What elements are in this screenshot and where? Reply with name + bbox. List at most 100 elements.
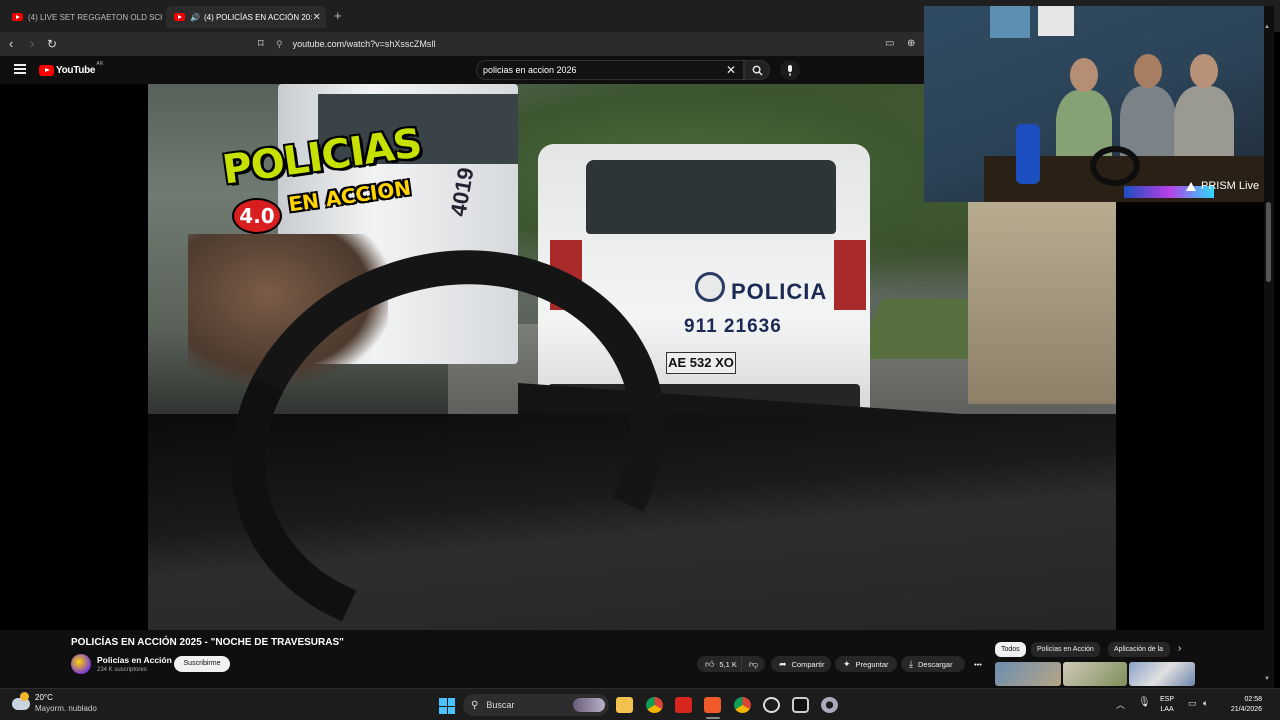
search-icon [752, 65, 763, 76]
truck-window [586, 160, 836, 234]
search-button[interactable] [744, 60, 770, 80]
subscribe-button[interactable]: Suscribirme [174, 656, 230, 672]
channel-logo-overlay: POLICIAS EN ACCION 4.0 [220, 120, 424, 240]
channel-avatar[interactable] [71, 654, 91, 674]
hamburger-menu-icon[interactable] [14, 64, 26, 74]
person-head [1070, 58, 1098, 92]
brave-browser-icon[interactable] [704, 697, 721, 713]
site-info-icon[interactable]: ⚲ [276, 39, 283, 50]
clock-date: 21/4/2026 [1230, 706, 1262, 713]
obs-icon[interactable] [763, 697, 780, 713]
windows-start-icon[interactable] [439, 698, 455, 714]
recommended-thumbnail[interactable] [1129, 662, 1195, 686]
file-explorer-icon[interactable] [616, 697, 633, 713]
tab-label: (4) POLICÍAS EN ACCIÓN 20: [203, 12, 313, 22]
zoom-icon[interactable]: ⊕ [907, 36, 915, 52]
water-bottle [1016, 124, 1040, 184]
network-icon[interactable]: ▭ [1188, 698, 1197, 709]
browser-tab-reggaeton[interactable]: (4) LIVE SET REGGAETON OLD SCHO [4, 6, 162, 28]
chrome-profile-icon[interactable] [734, 697, 751, 713]
chip-channel[interactable]: Policías en Acción [1031, 642, 1100, 657]
vehicle-label: POLICIA [731, 279, 828, 304]
dislike-button[interactable]: 👎︎ [741, 656, 765, 672]
overlay-badge: 4.0 [232, 198, 282, 234]
weather-widget[interactable]: 20°C Mayorm. nublado [12, 692, 97, 715]
acrobat-icon[interactable] [675, 697, 692, 713]
reload-icon[interactable]: ↻ [47, 36, 57, 52]
headset [1090, 146, 1140, 186]
forward-icon[interactable]: › [30, 36, 34, 52]
voice-search-button[interactable] [780, 60, 800, 80]
settings-gear-icon[interactable] [821, 697, 838, 713]
scroll-up-icon[interactable]: ▲ [1264, 24, 1270, 30]
download-label: Descargar [917, 659, 953, 669]
share-label: Compartir [791, 659, 825, 669]
share-button[interactable]: ➦ Compartir [771, 656, 831, 672]
show-hidden-icons-chevron-up-icon[interactable]: ︿ [1116, 698, 1125, 711]
recommended-thumbnail[interactable] [995, 662, 1061, 686]
windows-taskbar: 20°C Mayorm. nublado ⚲ Buscar ︿ 🎙︎ ESP L… [0, 688, 1280, 720]
chip-all[interactable]: Todos [995, 642, 1026, 657]
youtube-favicon-icon [12, 13, 23, 21]
video-info-bar: POLICÍAS EN ACCIÓN 2025 - "NOCHE DE TRAV… [0, 630, 1264, 688]
like-button[interactable]: 👍︎ 5,1 K [697, 656, 741, 672]
new-tab-button[interactable]: + [334, 8, 342, 23]
prism-brand: PRISM Live [1201, 180, 1260, 192]
youtube-wordmark: YouTube [56, 65, 96, 76]
chip-related[interactable]: Aplicación de la [1108, 642, 1170, 657]
download-button[interactable]: ⤓ Descargar [901, 656, 965, 672]
search-query: policias en accion 2026 [483, 65, 577, 75]
more-actions-button[interactable]: ••• [969, 656, 987, 672]
browser-tab-policias[interactable]: 🔊 (4) POLICÍAS EN ACCIÓN 20: ✕ [166, 6, 326, 28]
channel-name[interactable]: Policías en Acción [97, 655, 172, 665]
ask-button[interactable]: ✦ Preguntar [835, 656, 897, 672]
active-app-indicator [706, 717, 720, 719]
microphone-icon [788, 64, 792, 76]
chrome-icon[interactable] [646, 697, 663, 713]
speaker-icon[interactable]: 🔊 [190, 13, 200, 22]
input-language[interactable]: ESP LAA [1160, 695, 1174, 715]
cast-icon[interactable]: ▭ [885, 36, 894, 52]
truck-taillight [834, 240, 866, 310]
streaming-app-icon[interactable] [792, 697, 809, 713]
country-code: AR [96, 61, 104, 67]
license-plate: AE 532 XO [666, 352, 736, 374]
clock-time: 02:58 [1244, 696, 1262, 703]
share-icon: ➦ [779, 658, 787, 669]
youtube-logo[interactable]: YouTube AR [39, 61, 103, 76]
thumbs-down-icon: 👎︎ [748, 658, 759, 669]
sparkle-icon: ✦ [843, 658, 851, 669]
like-count: 5,1 K [719, 659, 737, 669]
recommended-thumbnail[interactable] [1063, 662, 1127, 686]
taskbar-search[interactable]: ⚲ Buscar [463, 694, 609, 716]
vehicle-number: 911 21636 [684, 316, 782, 337]
wall-poster [990, 6, 1030, 38]
bookmark-icon[interactable]: ⌑ [258, 36, 264, 52]
prism-live-watermark: PRISM Live [1186, 180, 1259, 192]
search-highlight-image [573, 698, 605, 712]
youtube-favicon-icon [174, 13, 185, 21]
wall-paper [1038, 6, 1074, 36]
vw-logo-icon [695, 272, 725, 302]
close-tab-icon[interactable]: ✕ [312, 12, 320, 23]
person-right [1174, 86, 1234, 166]
thumbs-up-icon: 👍︎ [705, 658, 715, 669]
system-clock[interactable]: 02:58 21/4/2026 [1226, 695, 1262, 715]
person-head [1190, 54, 1218, 88]
search-input[interactable]: policias en accion 2026 ✕ [476, 60, 744, 80]
partly-cloudy-icon [12, 692, 30, 710]
scroll-down-icon[interactable]: ▼ [1264, 676, 1270, 682]
scrollbar-thumb[interactable] [1266, 202, 1271, 282]
weather-condition: Mayorm. nublado [35, 704, 97, 713]
clear-search-icon[interactable]: ✕ [726, 63, 736, 77]
microphone-tray-icon[interactable]: 🎙︎ [1138, 697, 1151, 708]
volume-icon[interactable]: 🔈︎ [1203, 698, 1208, 709]
video-letterbox-left [0, 84, 148, 630]
tab-label: (4) LIVE SET REGGAETON OLD SCHO [28, 12, 162, 22]
browser-toolbar: ‹ › ↻ ⌑ ⚲ youtube.com/watch?v=shXsscZMsl… [0, 32, 924, 56]
chevron-right-icon[interactable]: › [1178, 643, 1181, 654]
address-bar[interactable]: ⚲ youtube.com/watch?v=shXsscZMsll [276, 35, 896, 53]
page-scrollbar[interactable] [1264, 6, 1274, 688]
language-code: ESP [1160, 696, 1175, 703]
back-icon[interactable]: ‹ [9, 36, 13, 52]
